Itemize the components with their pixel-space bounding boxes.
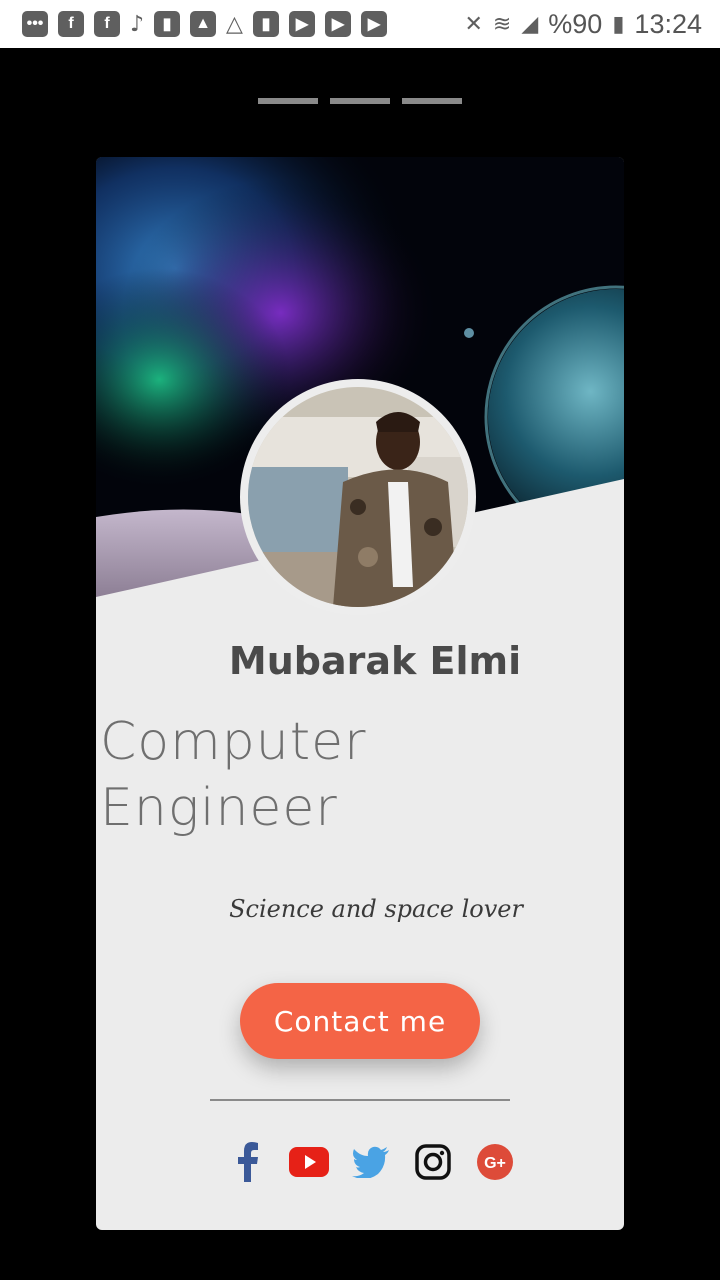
profile-tagline: Science and space lover (229, 895, 523, 923)
youtube-icon: ▶ (360, 11, 387, 37)
contact-me-button[interactable]: Contact me (240, 983, 480, 1059)
wifi-icon: ≋ (492, 11, 512, 37)
stats-icon: ▮ (252, 11, 279, 37)
profile-card: Mubarak Elmi Computer Engineer Science a… (96, 157, 624, 1230)
avatar-photo (248, 387, 468, 607)
youtube-icon[interactable] (288, 1141, 330, 1183)
page-indicator[interactable] (258, 98, 318, 104)
notification-icons: ••• f f ♪ ▮ ▲ △ ▮ ▶ ▶ ▶ (22, 11, 387, 37)
youtube-icon: ▶ (288, 11, 315, 37)
tiktok-icon: ♪ (130, 11, 145, 37)
instagram-icon[interactable] (412, 1141, 454, 1183)
stats-icon: ▮ (154, 11, 181, 37)
divider (210, 1099, 510, 1101)
status-bar: ••• f f ♪ ▮ ▲ △ ▮ ▶ ▶ ▶ ✕ ≋ ◢ %90 ▮ 13:2… (0, 0, 720, 48)
facebook-icon: f (94, 11, 120, 37)
profile-role: Computer Engineer (100, 712, 367, 838)
system-status: ✕ ≋ ◢ %90 ▮ 13:24 (464, 9, 702, 40)
image-icon: ▲ (190, 11, 217, 37)
chat-bubble-icon: ••• (22, 11, 48, 37)
facebook-icon[interactable] (226, 1141, 268, 1183)
facebook-icon: f (58, 11, 84, 37)
drive-icon: △ (226, 11, 243, 37)
avatar[interactable] (240, 379, 476, 615)
mute-icon: ✕ (464, 11, 483, 37)
social-links: G+ (226, 1141, 516, 1183)
page-indicator[interactable] (330, 98, 390, 104)
signal-icon: ◢ (521, 11, 539, 37)
page-indicators (258, 98, 462, 104)
twitter-icon[interactable] (350, 1141, 392, 1183)
google-plus-icon[interactable]: G+ (474, 1141, 516, 1183)
youtube-icon: ▶ (324, 11, 351, 37)
page-indicator[interactable] (402, 98, 462, 104)
clock: 13:24 (634, 8, 702, 39)
battery-percent: %90 (548, 8, 603, 39)
battery-icon: ▮ (612, 11, 625, 37)
svg-text:G+: G+ (484, 1155, 506, 1172)
profile-name: Mubarak Elmi (228, 639, 522, 683)
